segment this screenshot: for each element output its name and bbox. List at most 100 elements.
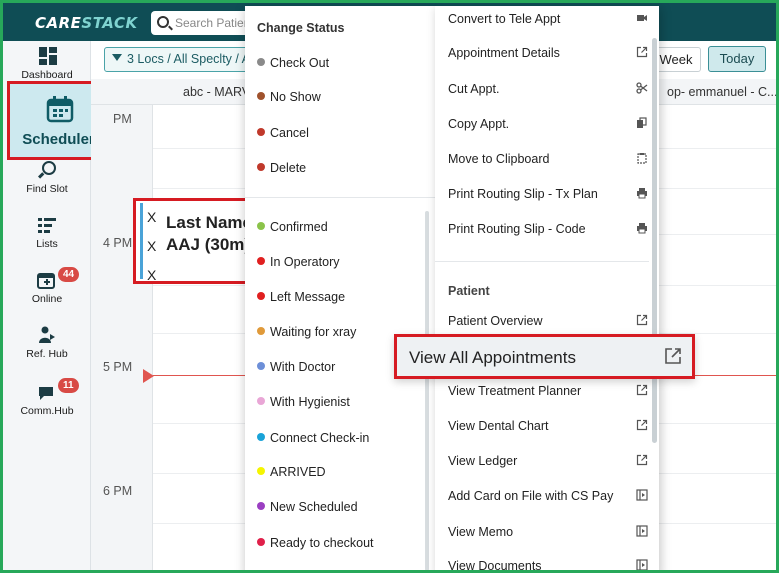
column-header-2: op- emmanuel - C...: [659, 79, 776, 105]
context-menu-item[interactable]: View Ledger: [448, 454, 648, 468]
status-item-label: Confirmed: [270, 220, 328, 234]
context-menu-item-label: View Memo: [448, 525, 514, 539]
status-divider: [245, 197, 435, 198]
dashboard-icon: [37, 47, 57, 65]
status-item[interactable]: Confirmed: [257, 220, 328, 234]
time-column: [91, 105, 153, 570]
external-link-icon: [636, 384, 648, 399]
appointment-x-mark: X: [147, 209, 157, 225]
current-time-marker: [143, 369, 154, 383]
panel-icon: [636, 525, 648, 540]
status-item[interactable]: Ready to checkout: [257, 536, 374, 550]
context-menu-item-label: Patient Overview: [448, 314, 543, 328]
status-color-dot: [257, 433, 265, 441]
patient-section-title: Patient: [448, 284, 490, 298]
status-item-label: New Scheduled: [270, 500, 358, 514]
status-item[interactable]: New Scheduled: [257, 500, 358, 514]
status-item[interactable]: No Show: [257, 90, 321, 104]
change-status-menu: Change Status Check Out No Show Cancel Dele…: [245, 6, 435, 570]
location-filter[interactable]: 3 Locs / All Speclty / All: [104, 47, 250, 72]
context-menu-item[interactable]: Appointment Details: [448, 46, 648, 60]
context-menu-item[interactable]: Add Card on File with CS Pay: [448, 489, 648, 503]
status-item[interactable]: Check Out: [257, 56, 329, 70]
online-badge: 44: [58, 267, 80, 282]
today-button[interactable]: Today: [708, 46, 766, 72]
context-menu-item[interactable]: View Documents: [448, 559, 648, 570]
status-item[interactable]: With Hygienist: [257, 395, 350, 409]
appointment-text: Last Name, AAJ (30m): [166, 212, 257, 256]
printer-icon: [636, 187, 648, 202]
appointment-x-mark: X: [147, 238, 157, 254]
nav-lists[interactable]: Lists: [3, 216, 91, 250]
status-item-label: Connect Check-in: [270, 431, 370, 445]
nav-dashboard[interactable]: Dashboard: [3, 47, 91, 81]
status-item[interactable]: With Doctor: [257, 360, 335, 374]
context-menu-item-label: Add Card on File with CS Pay: [448, 489, 614, 503]
status-item[interactable]: In Operatory: [257, 255, 339, 269]
nav-find-slot-label: Find Slot: [26, 183, 68, 195]
comm-hub-badge: 11: [58, 378, 79, 393]
status-item[interactable]: Left Message: [257, 290, 345, 304]
message-icon: [39, 387, 53, 400]
video-icon: [636, 12, 648, 27]
view-all-appointments-label: View All Appointments: [409, 348, 576, 367]
context-menu-item-label: Print Routing Slip - Code: [448, 222, 586, 236]
status-item-label: Ready to checkout: [270, 536, 374, 550]
nav-ref-hub[interactable]: Ref. Hub: [3, 326, 91, 360]
clipboard-icon: [636, 152, 648, 167]
online-calendar-icon: [37, 273, 55, 289]
status-item[interactable]: Connect Check-in: [257, 431, 369, 445]
context-menu-item[interactable]: Convert to Tele Appt: [448, 12, 648, 26]
logo-secondary-text: STACK: [81, 14, 138, 32]
context-menu-item-label: Cut Appt.: [448, 82, 500, 96]
status-color-dot: [257, 257, 265, 265]
appointment-context-menu: Convert to Tele Appt Appointment Details C…: [435, 6, 659, 570]
context-menu-item[interactable]: Cut Appt.: [448, 82, 648, 96]
location-filter-label: 3 Locs / All Speclty / All: [127, 52, 250, 66]
appointment-x-mark: X: [147, 267, 157, 283]
status-color-dot: [257, 163, 265, 171]
appointment-card[interactable]: X X X Last Name, AAJ (30m): [133, 198, 261, 284]
external-link-icon: [636, 314, 648, 329]
search-icon: [157, 16, 169, 28]
referral-icon: [39, 326, 55, 343]
status-color-dot: [257, 222, 265, 230]
status-item[interactable]: Delete: [257, 161, 306, 175]
status-color-dot: [257, 467, 265, 475]
status-item[interactable]: Cancel: [257, 126, 309, 140]
nav-ref-hub-label: Ref. Hub: [26, 348, 68, 360]
context-menu-item[interactable]: Print Routing Slip - Tx Plan: [448, 187, 648, 201]
context-menu-item-label: Print Routing Slip - Tx Plan: [448, 187, 598, 201]
status-item-label: Check Out: [270, 56, 330, 70]
context-menu-item[interactable]: Patient Overview: [448, 314, 648, 328]
status-color-dot: [257, 362, 265, 370]
context-menu-scrollbar[interactable]: [652, 38, 657, 443]
view-all-appointments-item[interactable]: View All Appointments: [394, 334, 695, 379]
context-menu-item[interactable]: Print Routing Slip - Code: [448, 222, 648, 236]
status-item[interactable]: ARRIVED: [257, 465, 326, 479]
context-menu-item[interactable]: View Treatment Planner: [448, 384, 648, 398]
context-menu-item[interactable]: View Memo: [448, 525, 648, 539]
external-link-icon: [636, 454, 648, 469]
status-item[interactable]: Waiting for xray: [257, 325, 356, 339]
context-menu-item[interactable]: Copy Appt.: [448, 117, 648, 131]
context-menu-item-label: Appointment Details: [448, 46, 560, 60]
carestack-logo[interactable]: CARESTACK: [35, 14, 138, 32]
context-menu-item[interactable]: Move to Clipboard: [448, 152, 648, 166]
context-menu-item-label: View Treatment Planner: [448, 384, 582, 398]
appointment-color-bar: [140, 203, 143, 279]
status-color-dot: [257, 327, 265, 335]
status-scrollbar[interactable]: [425, 211, 429, 570]
context-menu-item-label: View Ledger: [448, 454, 518, 468]
nav-find-slot[interactable]: Find Slot: [3, 161, 91, 195]
status-item-label: With Doctor: [270, 360, 336, 374]
status-item-label: With Hygienist: [270, 395, 350, 409]
time-label-4pm: 4 PM: [103, 236, 133, 250]
status-item-label: No Show: [270, 90, 321, 104]
context-menu-item-label: Convert to Tele Appt: [448, 12, 561, 26]
context-menu-item-label: View Dental Chart: [448, 419, 549, 433]
context-menu-item[interactable]: View Dental Chart: [448, 419, 648, 433]
scissors-icon: [636, 82, 648, 97]
change-status-title: Change Status: [257, 21, 345, 35]
search-input[interactable]: Search Patient: [151, 11, 251, 35]
